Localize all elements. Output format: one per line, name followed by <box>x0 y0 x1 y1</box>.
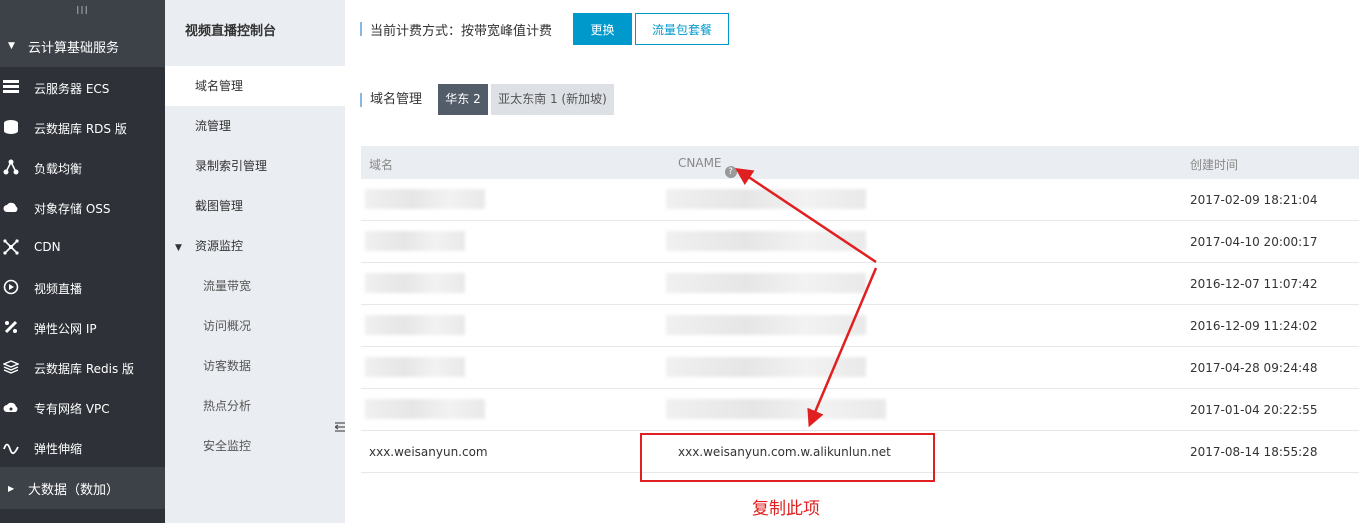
copy-hint-label: 复制此项 <box>752 499 820 519</box>
nav-item-label: 视频直播 <box>34 282 83 296</box>
nav-grip-handle[interactable]: III <box>0 0 165 25</box>
cloud-storage-icon <box>3 199 19 215</box>
nav-group-cloud-basic[interactable]: ▼ 云计算基础服务 <box>0 25 165 67</box>
nav-item[interactable]: CDN <box>0 227 165 267</box>
redacted-cell-cname <box>666 357 866 377</box>
subnav-title: 视频直播控制台 <box>185 24 277 39</box>
nav-group-big-data[interactable]: ▶ 大数据（数加） <box>0 467 165 509</box>
section-bar <box>360 93 362 107</box>
subnav-group-label: 资源监控 <box>195 239 244 253</box>
subnav-child-visitors[interactable]: 访客数据 <box>165 346 345 386</box>
nav-item-label: 云服务器 ECS <box>34 82 110 96</box>
vpc-icon <box>3 399 19 415</box>
nav-cutoff <box>0 509 165 523</box>
subnav-item-record-index[interactable]: 录制索引管理 <box>165 146 345 186</box>
autoscale-icon <box>3 439 19 455</box>
nav-item[interactable]: 云数据库 RDS 版 <box>0 107 165 147</box>
redacted-cell-cname <box>666 231 866 251</box>
nav-item[interactable]: 负载均衡 <box>0 147 165 187</box>
cell-created: 2016-12-07 11:07:42 <box>1190 277 1318 291</box>
table-row: 2017-02-09 18:21:04 <box>361 179 1359 221</box>
region-tab-east2[interactable]: 华东 2 <box>438 84 488 115</box>
nav-item-label: 弹性公网 IP <box>34 322 97 336</box>
nav-item-label: 云数据库 Redis 版 <box>34 362 135 376</box>
redacted-cell-cname <box>666 315 866 335</box>
col-created-header: 创建时间 <box>1190 158 1239 172</box>
subnav-item-snapshot[interactable]: 截图管理 <box>165 186 345 226</box>
subnav-child-hotspot[interactable]: 热点分析 <box>165 386 345 426</box>
server-icon <box>3 79 19 95</box>
cell-created: 2017-04-28 09:24:48 <box>1190 361 1318 375</box>
help-icon[interactable]: ? <box>724 166 737 178</box>
database-icon <box>3 119 19 135</box>
cell-created: 2017-04-10 20:00:17 <box>1190 235 1318 249</box>
nav-item[interactable]: 视频直播 <box>0 267 165 307</box>
cell-created: 2017-01-04 20:22:55 <box>1190 403 1318 417</box>
nav-item[interactable]: 弹性伸缩 <box>0 427 165 467</box>
nav-item-label: 对象存储 OSS <box>34 202 111 216</box>
collapse-icon <box>335 422 345 432</box>
col-cname-label: CNAME <box>678 156 722 170</box>
table-row: 2017-04-10 20:00:17 <box>361 221 1359 263</box>
nav-group2-label: 大数据（数加） <box>28 482 120 498</box>
nav-item-label: 云数据库 RDS 版 <box>34 122 127 136</box>
col-domain-header: 域名 <box>369 158 394 172</box>
table-row: 2016-12-09 11:24:02 <box>361 305 1359 347</box>
cell-created: 2017-02-09 18:21:04 <box>1190 193 1318 207</box>
redacted-cell-domain <box>365 357 465 377</box>
redacted-cell-domain <box>365 189 485 209</box>
live-video-icon <box>3 279 19 295</box>
cname-highlight-box <box>640 433 935 482</box>
section-bar <box>360 22 362 36</box>
nav-item[interactable]: 弹性公网 IP <box>0 307 165 347</box>
redacted-cell-domain <box>365 273 465 293</box>
nav-group-label: 云计算基础服务 <box>28 40 120 56</box>
table-row: 2017-04-28 09:24:48 <box>361 347 1359 389</box>
redacted-cell-domain <box>365 399 485 419</box>
caret-right-icon: ▶ <box>8 483 15 493</box>
cell-domain: xxx.weisanyun.com <box>369 445 488 459</box>
nav-item[interactable]: 云数据库 Redis 版 <box>0 347 165 387</box>
change-billing-button[interactable]: 更换 <box>573 13 632 45</box>
subnav-child-access[interactable]: 访问概况 <box>165 306 345 346</box>
redacted-cell-cname <box>666 399 886 419</box>
domain-table: 域名 CNAME? 创建时间 2017-02-09 18:21:04 2017-0… <box>361 146 1359 473</box>
cell-created: 2016-12-09 11:24:02 <box>1190 319 1318 333</box>
col-cname-header: CNAME? <box>678 156 737 178</box>
cdn-icon <box>3 239 19 255</box>
nav-item[interactable]: 专有网络 VPC <box>0 387 165 427</box>
traffic-package-button[interactable]: 流量包套餐 <box>635 13 729 45</box>
caret-down-icon: ▼ <box>8 41 15 51</box>
region-tab-singapore[interactable]: 亚太东南 1 (新加坡) <box>491 84 614 115</box>
cell-created: 2017-08-14 18:55:28 <box>1190 445 1318 459</box>
nav-item[interactable]: 对象存储 OSS <box>0 187 165 227</box>
subnav-child-security[interactable]: 安全监控 <box>165 426 345 466</box>
left-nav: III ▼ 云计算基础服务 云服务器 ECS 云数据库 RDS 版负载均衡对象存储… <box>0 0 165 523</box>
nav-item-label: 负载均衡 <box>34 162 83 176</box>
subnav-item-stream-manage[interactable]: 流管理 <box>165 106 345 146</box>
domain-manage-label: 域名管理 <box>370 92 423 107</box>
nav-item-label: CDN <box>34 240 61 254</box>
load-balance-icon <box>3 159 19 175</box>
redacted-cell-cname <box>666 273 866 293</box>
sub-nav: 视频直播控制台 域名管理 流管理 录制索引管理 截图管理 ▼ 资源监控 流量带宽 … <box>165 0 345 523</box>
table-row: 2017-01-04 20:22:55 <box>361 389 1359 431</box>
subnav-item-domain-manage[interactable]: 域名管理 <box>165 66 345 106</box>
caret-down-icon: ▼ <box>175 243 182 253</box>
redacted-cell-cname <box>666 189 866 209</box>
elastic-ip-icon <box>3 319 19 335</box>
redacted-cell-domain <box>365 231 465 251</box>
nav-item-label: 弹性伸缩 <box>34 442 83 456</box>
table-row: 2016-12-07 11:07:42 <box>361 263 1359 305</box>
nav-item[interactable]: 云服务器 ECS <box>0 67 165 107</box>
subnav-child-bandwidth[interactable]: 流量带宽 <box>165 266 345 306</box>
redacted-cell-domain <box>365 315 465 335</box>
billing-text: 当前计费方式：按带宽峰值计费 <box>370 23 553 39</box>
redis-icon <box>2 359 20 375</box>
table-header: 域名 CNAME? 创建时间 <box>361 146 1359 179</box>
nav-item-label: 专有网络 VPC <box>34 402 110 416</box>
subnav-group-monitor[interactable]: ▼ 资源监控 <box>165 226 345 266</box>
